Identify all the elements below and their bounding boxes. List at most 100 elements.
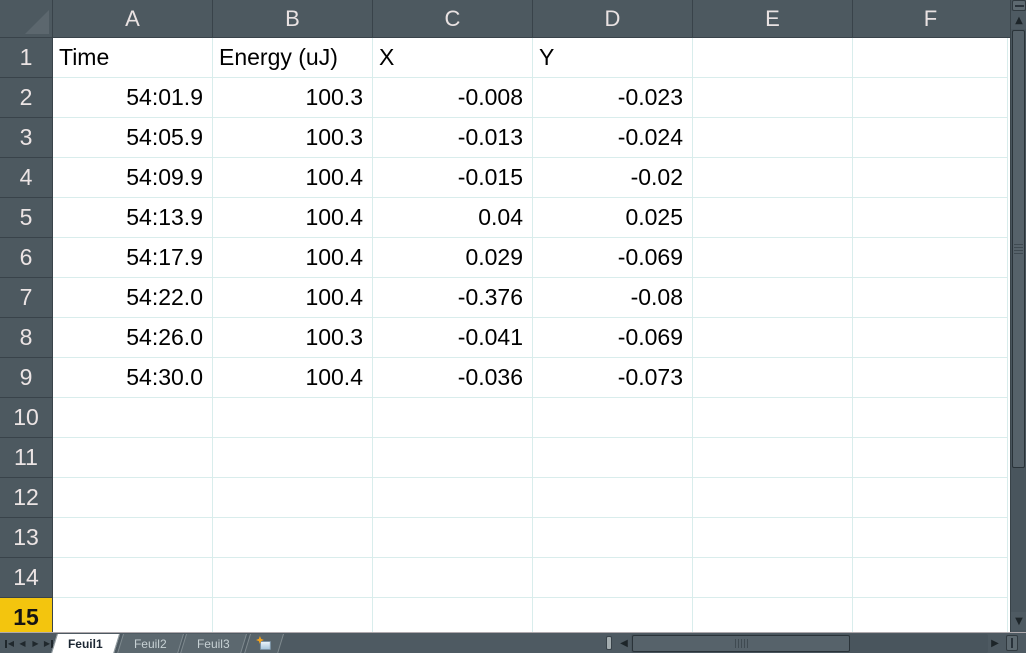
column-header-B[interactable]: B [213, 0, 373, 37]
cell-B12[interactable] [213, 478, 373, 518]
row-header-8[interactable]: 8 [0, 318, 53, 358]
row-header-12[interactable]: 12 [0, 478, 53, 518]
cell-B4[interactable]: 100.4 [213, 158, 373, 198]
cell-F9[interactable] [853, 358, 1008, 398]
cell-C3[interactable]: -0.013 [373, 118, 533, 158]
insert-worksheet-button[interactable] [244, 634, 284, 653]
cell-A2[interactable]: 54:01.9 [53, 78, 213, 118]
horizontal-split-box[interactable] [1006, 635, 1018, 651]
cell-D14[interactable] [533, 558, 693, 598]
row-header-7[interactable]: 7 [0, 278, 53, 318]
select-all-corner[interactable] [0, 0, 53, 37]
cell-E7[interactable] [693, 278, 853, 318]
sheet-tab-Feuil2[interactable]: Feuil2 [117, 634, 184, 653]
column-header-F[interactable]: F [853, 0, 1008, 37]
cell-D11[interactable] [533, 438, 693, 478]
cell-A12[interactable] [53, 478, 213, 518]
cell-C14[interactable] [373, 558, 533, 598]
next-sheet-button[interactable]: ▶ [29, 636, 42, 651]
column-header-C[interactable]: C [373, 0, 533, 37]
cell-E9[interactable] [693, 358, 853, 398]
cell-A13[interactable] [53, 518, 213, 558]
row-header-15[interactable]: 15 [0, 598, 53, 632]
cell-A9[interactable]: 54:30.0 [53, 358, 213, 398]
row-header-10[interactable]: 10 [0, 398, 53, 438]
cell-C6[interactable]: 0.029 [373, 238, 533, 278]
vertical-split-box[interactable] [1012, 0, 1026, 11]
cell-F13[interactable] [853, 518, 1008, 558]
vertical-scrollbar[interactable]: ▲ ▼ [1010, 0, 1026, 632]
column-header-E[interactable]: E [693, 0, 853, 37]
cell-C8[interactable]: -0.041 [373, 318, 533, 358]
cell-E12[interactable] [693, 478, 853, 518]
scroll-down-button[interactable]: ▼ [1011, 612, 1026, 630]
cell-D5[interactable]: 0.025 [533, 198, 693, 238]
cell-D13[interactable] [533, 518, 693, 558]
cell-E1[interactable] [693, 38, 853, 78]
scroll-right-button[interactable]: ▶ [988, 636, 1002, 651]
cell-D9[interactable]: -0.073 [533, 358, 693, 398]
cell-D1[interactable]: Y [533, 38, 693, 78]
cell-B6[interactable]: 100.4 [213, 238, 373, 278]
cell-B9[interactable]: 100.4 [213, 358, 373, 398]
row-header-14[interactable]: 14 [0, 558, 53, 598]
cell-F15[interactable] [853, 598, 1008, 632]
cell-C9[interactable]: -0.036 [373, 358, 533, 398]
sheet-tab-Feuil3[interactable]: Feuil3 [180, 634, 247, 653]
cell-E13[interactable] [693, 518, 853, 558]
cell-D7[interactable]: -0.08 [533, 278, 693, 318]
cell-B15[interactable] [213, 598, 373, 632]
cell-A8[interactable]: 54:26.0 [53, 318, 213, 358]
cell-F4[interactable] [853, 158, 1008, 198]
cell-E6[interactable] [693, 238, 853, 278]
cell-C11[interactable] [373, 438, 533, 478]
cell-B5[interactable]: 100.4 [213, 198, 373, 238]
cell-F8[interactable] [853, 318, 1008, 358]
row-header-9[interactable]: 9 [0, 358, 53, 398]
cell-F12[interactable] [853, 478, 1008, 518]
column-header-D[interactable]: D [533, 0, 693, 37]
cell-C12[interactable] [373, 478, 533, 518]
cell-E3[interactable] [693, 118, 853, 158]
row-header-13[interactable]: 13 [0, 518, 53, 558]
cell-D3[interactable]: -0.024 [533, 118, 693, 158]
cell-C13[interactable] [373, 518, 533, 558]
cell-D15[interactable] [533, 598, 693, 632]
scroll-up-button[interactable]: ▲ [1011, 11, 1026, 29]
row-header-5[interactable]: 5 [0, 198, 53, 238]
cell-A1[interactable]: Time [53, 38, 213, 78]
cell-E8[interactable] [693, 318, 853, 358]
cell-B7[interactable]: 100.4 [213, 278, 373, 318]
cell-A14[interactable] [53, 558, 213, 598]
cell-A7[interactable]: 54:22.0 [53, 278, 213, 318]
cell-D2[interactable]: -0.023 [533, 78, 693, 118]
cell-B2[interactable]: 100.3 [213, 78, 373, 118]
cell-B1[interactable]: Energy (uJ) [213, 38, 373, 78]
cell-C4[interactable]: -0.015 [373, 158, 533, 198]
cell-B3[interactable]: 100.3 [213, 118, 373, 158]
cell-E10[interactable] [693, 398, 853, 438]
vertical-scrollbar-thumb[interactable] [1012, 30, 1025, 468]
cell-C15[interactable] [373, 598, 533, 632]
previous-sheet-button[interactable]: ◀ [16, 636, 29, 651]
first-sheet-button[interactable]: ◀ [3, 636, 16, 651]
scroll-left-button[interactable]: ◀ [617, 636, 631, 651]
horizontal-scrollbar-thumb[interactable] [632, 635, 850, 652]
cell-B13[interactable] [213, 518, 373, 558]
cell-C2[interactable]: -0.008 [373, 78, 533, 118]
cell-D4[interactable]: -0.02 [533, 158, 693, 198]
cell-A11[interactable] [53, 438, 213, 478]
cell-F14[interactable] [853, 558, 1008, 598]
cell-F11[interactable] [853, 438, 1008, 478]
cell-B14[interactable] [213, 558, 373, 598]
cell-B10[interactable] [213, 398, 373, 438]
cell-A15[interactable] [53, 598, 213, 632]
cell-F6[interactable] [853, 238, 1008, 278]
row-header-3[interactable]: 3 [0, 118, 53, 158]
column-header-A[interactable]: A [53, 0, 213, 37]
cell-A3[interactable]: 54:05.9 [53, 118, 213, 158]
cell-A5[interactable]: 54:13.9 [53, 198, 213, 238]
row-header-4[interactable]: 4 [0, 158, 53, 198]
row-header-11[interactable]: 11 [0, 438, 53, 478]
cell-D8[interactable]: -0.069 [533, 318, 693, 358]
